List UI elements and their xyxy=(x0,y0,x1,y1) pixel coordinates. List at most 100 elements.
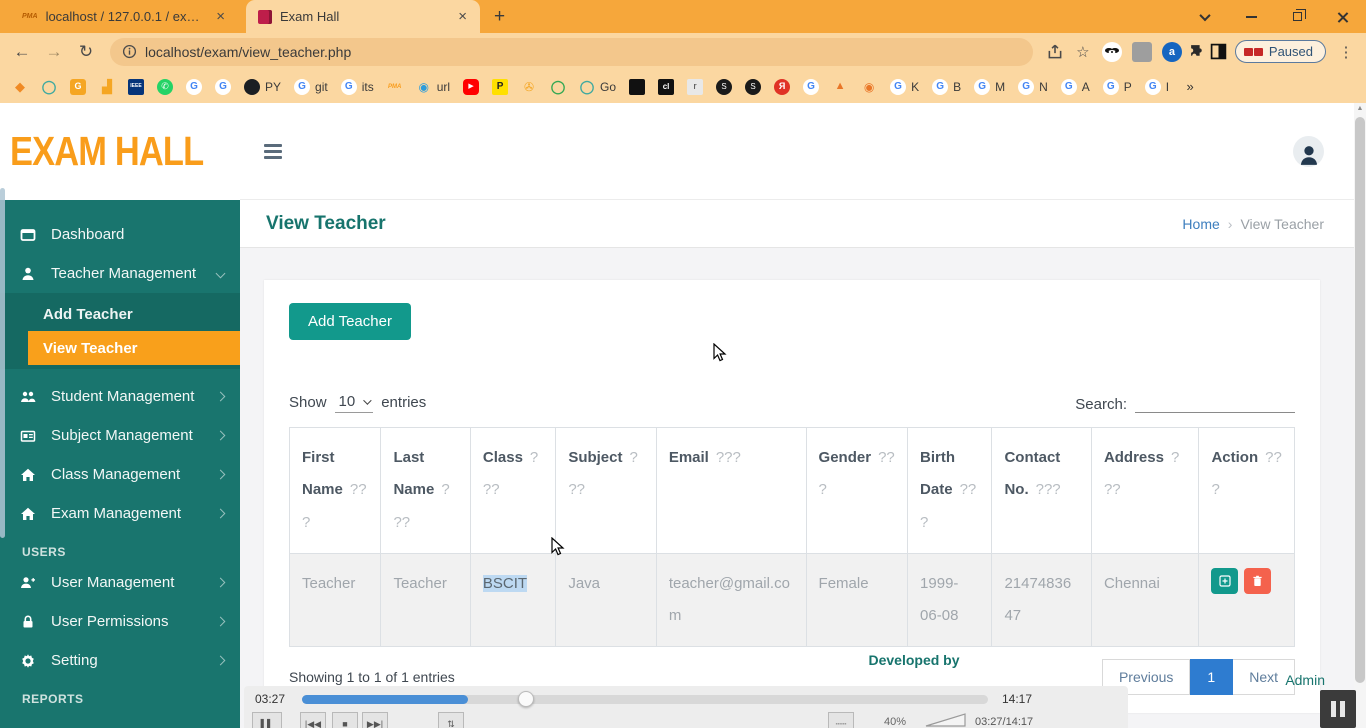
col-email[interactable]: Email??? xyxy=(656,428,806,554)
bookmark-p-yellow[interactable]: P xyxy=(492,79,508,95)
col-address[interactable]: Address??? xyxy=(1091,428,1199,554)
recorder-pause-overlay-button[interactable] xyxy=(1320,690,1356,728)
sidebar-scrollbar[interactable] xyxy=(0,188,5,538)
bookmark-cl[interactable]: cl xyxy=(658,79,674,95)
sidebar-item-teacher-management[interactable]: Teacher Management xyxy=(0,254,240,293)
col-class[interactable]: Class??? xyxy=(470,428,555,554)
bookmark-matlab[interactable]: ▲ xyxy=(832,79,848,95)
col-birth-date[interactable]: Birth Date??? xyxy=(908,428,992,554)
sidebar-item-subject-management[interactable]: Subject Management xyxy=(0,416,240,455)
subtitle-button[interactable]: ┄┄ xyxy=(828,712,854,728)
bookmark-star-icon[interactable]: ☆ xyxy=(1071,43,1095,61)
bookmark-google[interactable]: GI xyxy=(1145,79,1169,95)
stop-button[interactable]: ■ xyxy=(332,712,358,728)
bookmark-google[interactable]: Ggit xyxy=(294,79,328,95)
volume-slider-icon[interactable] xyxy=(925,712,967,728)
search-input[interactable] xyxy=(1135,393,1295,413)
tab-close-icon[interactable]: × xyxy=(213,8,228,25)
add-teacher-button[interactable]: Add Teacher xyxy=(289,303,411,340)
bookmark-wa[interactable]: ✆ xyxy=(157,79,173,95)
bookmark-google[interactable]: GK xyxy=(890,79,919,95)
sidebar-item-add-teacher[interactable]: Add Teacher xyxy=(0,297,240,331)
sidebar-item-setting[interactable]: Setting xyxy=(0,641,240,680)
reload-button[interactable]: ↻ xyxy=(72,42,100,62)
a-extension-icon[interactable]: a xyxy=(1162,42,1182,62)
user-avatar[interactable] xyxy=(1293,136,1324,167)
col-first-name[interactable]: First Name??? xyxy=(290,428,381,554)
rewind-button[interactable]: |◀◀ xyxy=(300,712,326,728)
col-action[interactable]: Action??? xyxy=(1199,428,1295,554)
bookmark-ring-teal[interactable]: ◯ xyxy=(41,79,57,95)
bookmark-google[interactable]: GP xyxy=(1103,79,1132,95)
back-button[interactable]: ← xyxy=(8,42,36,62)
sidebar-item-student-management[interactable]: Student Management xyxy=(0,377,240,416)
sidebar-item-view-teacher[interactable]: View Teacher xyxy=(28,331,240,365)
bookmark-s-black[interactable]: S xyxy=(716,79,732,95)
window-menu-chevron-icon[interactable] xyxy=(1182,0,1228,33)
site-info-icon[interactable] xyxy=(122,44,137,59)
window-maximize-button[interactable] xyxy=(1274,0,1320,33)
sidebar-item-user-permissions[interactable]: User Permissions xyxy=(0,602,240,641)
hamburger-menu-icon[interactable] xyxy=(264,144,282,159)
bookmark-yt[interactable]: ▶ xyxy=(463,79,479,95)
bookmark-ring-green[interactable]: ◯ xyxy=(550,79,566,95)
col-contact-no[interactable]: Contact No.??? xyxy=(992,428,1091,554)
bookmark-chev[interactable]: » xyxy=(1182,79,1198,95)
delete-button[interactable] xyxy=(1244,568,1271,594)
tab-exam-hall[interactable]: Exam Hall × xyxy=(246,0,480,33)
sidebar-item-dashboard[interactable]: Dashboard xyxy=(0,215,240,254)
bookmark-ring-teal[interactable]: ◯Go xyxy=(579,79,616,95)
entries-length-select[interactable]: 10 xyxy=(335,392,374,413)
share-icon[interactable] xyxy=(1043,43,1067,61)
col-subject[interactable]: Subject??? xyxy=(556,428,657,554)
sidebar-item-class-management[interactable]: Class Management xyxy=(0,455,240,494)
edit-button[interactable] xyxy=(1211,568,1238,594)
profile-extension-icon[interactable] xyxy=(1132,42,1152,62)
bookmark-bars[interactable]: ▟ xyxy=(99,79,115,95)
bookmark-google[interactable]: Gits xyxy=(341,79,374,95)
bookmark-google[interactable]: GB xyxy=(932,79,961,95)
scroll-up-icon[interactable]: ▲ xyxy=(1354,105,1366,112)
bookmark-diamond[interactable]: ◆ xyxy=(12,79,28,95)
seek-bar[interactable] xyxy=(302,695,988,704)
bookmark-google[interactable]: G xyxy=(803,79,819,95)
bookmark-google[interactable]: GN xyxy=(1018,79,1048,95)
bookmark-google[interactable]: G xyxy=(215,79,231,95)
bookmark-runner[interactable]: r xyxy=(687,79,703,95)
scrollbar-thumb[interactable] xyxy=(1355,117,1365,683)
bookmark-eye[interactable]: ◉ xyxy=(861,79,877,95)
admin-link[interactable]: Admin xyxy=(1285,672,1325,688)
recorder-paused-button[interactable]: Paused xyxy=(1235,40,1326,63)
bookmark-google[interactable]: G xyxy=(186,79,202,95)
tab-phpmyadmin[interactable]: PMA localhost / 127.0.0.1 / examhall / × xyxy=(10,0,238,33)
bookmark-camera[interactable]: ✇ xyxy=(521,79,537,95)
sidebar-item-exam-management[interactable]: Exam Management xyxy=(0,494,240,533)
breadcrumb-home-link[interactable]: Home xyxy=(1182,216,1219,232)
seek-thumb[interactable] xyxy=(518,691,534,707)
sidebar-item-user-management[interactable]: User Management xyxy=(0,563,240,602)
bookmark-yandex[interactable]: Я xyxy=(774,79,790,95)
window-minimize-button[interactable] xyxy=(1228,0,1274,33)
puzzle-extensions-icon[interactable] xyxy=(1189,43,1206,60)
bookmark-github[interactable]: PY xyxy=(244,79,281,95)
pause-button[interactable]: ▌▌ xyxy=(252,712,282,728)
step-button[interactable]: ⇅ xyxy=(438,712,464,728)
col-last-name[interactable]: Last Name??? xyxy=(381,428,470,554)
tab-close-icon[interactable]: × xyxy=(455,8,470,25)
page-1-button[interactable]: 1 xyxy=(1190,659,1233,695)
page-scrollbar[interactable]: ▲ xyxy=(1354,103,1366,728)
bookmark-box-orange[interactable]: G xyxy=(70,79,86,95)
bookmark-wifi[interactable]: ◉url xyxy=(416,79,450,95)
bookmark-s-black[interactable]: S xyxy=(745,79,761,95)
bookmark-google[interactable]: GA xyxy=(1061,79,1090,95)
address-bar[interactable]: localhost/exam/view_teacher.php xyxy=(110,38,1033,66)
bookmark-pma[interactable]: PMA xyxy=(387,79,403,95)
bookmark-ieee[interactable]: IEEE xyxy=(128,79,144,95)
bookmark-google[interactable]: GM xyxy=(974,79,1005,95)
window-close-button[interactable] xyxy=(1320,0,1366,33)
url-text[interactable]: localhost/exam/view_teacher.php xyxy=(145,44,351,60)
new-tab-button[interactable]: + xyxy=(494,6,505,28)
forward-button[interactable]: → xyxy=(40,42,68,62)
fast-forward-button[interactable]: ▶▶| xyxy=(362,712,388,728)
bookmark-bird[interactable] xyxy=(629,79,645,95)
